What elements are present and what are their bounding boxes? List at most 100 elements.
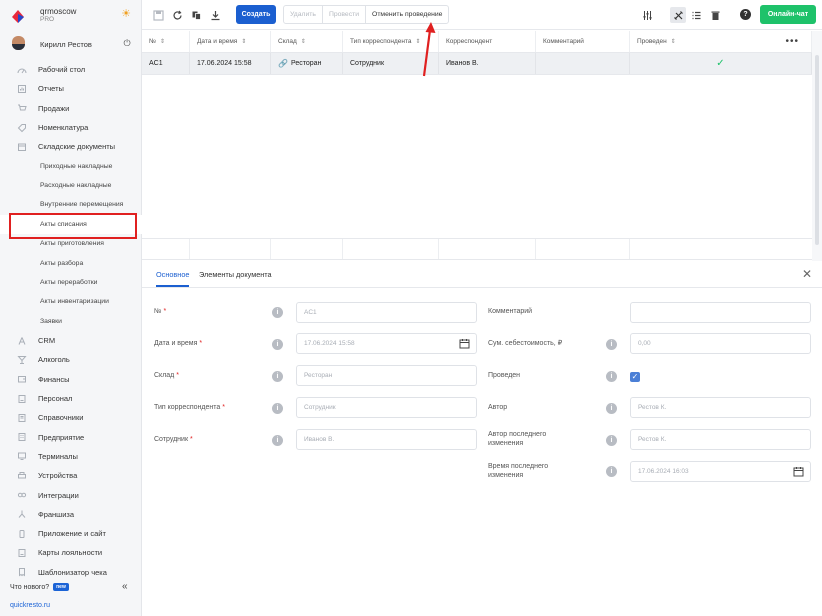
datetime-field[interactable]: 17.06.2024 15:58	[296, 333, 477, 354]
sidebar-item-references[interactable]: Справочники	[0, 408, 142, 427]
sidebar-item-dashboard[interactable]: Рабочий стол	[0, 60, 142, 79]
download-icon[interactable]	[209, 9, 221, 21]
footer-cell	[536, 239, 630, 259]
power-icon[interactable]: ⏻	[122, 38, 132, 48]
calendar-icon[interactable]	[793, 466, 804, 477]
table-scrollbar[interactable]	[812, 31, 822, 261]
corr-type-field[interactable]: Сотрудник	[296, 397, 477, 418]
info-icon[interactable]: i	[606, 435, 617, 446]
cost-sum-field[interactable]: 0,00	[630, 333, 811, 354]
column-header-comment[interactable]: Комментарий	[536, 31, 630, 52]
collapse-sidebar-icon[interactable]: «	[122, 581, 128, 592]
sidebar-item-enterprise[interactable]: Предприятие	[0, 427, 142, 446]
sidebar-subitem-inventory[interactable]: Акты инвентаризации	[0, 292, 142, 311]
post-button[interactable]: Провести	[323, 6, 367, 23]
trash-icon[interactable]	[707, 7, 723, 23]
posted-checkbox[interactable]: ✓	[630, 372, 640, 382]
sidebar-item-finance[interactable]: Финансы	[0, 370, 142, 389]
site-link[interactable]: quickresto.ru	[10, 602, 50, 609]
sidebar-item-alcohol[interactable]: Алкоголь	[0, 350, 142, 369]
info-icon[interactable]: i	[272, 307, 283, 318]
terminal-icon	[16, 451, 27, 462]
column-header-datetime[interactable]: Дата и время ⇕	[190, 31, 271, 52]
info-icon[interactable]: i	[606, 403, 617, 414]
sidebar-item-crm[interactable]: CRM	[0, 331, 142, 350]
sidebar-subitem-outgoing[interactable]: Расходные накладные	[0, 176, 142, 195]
sidebar-subitem-disassembly[interactable]: Акты разбора	[0, 253, 142, 272]
sidebar-subitem-incoming[interactable]: Приходные накладные	[0, 156, 142, 175]
refresh-icon[interactable]	[171, 9, 183, 21]
filter-settings-icon[interactable]	[639, 7, 655, 23]
footer-cell	[343, 239, 439, 259]
column-header-posted[interactable]: Проведен ⇕ •••	[630, 31, 812, 52]
field-label-cost-sum: Сум. себестоимость, ₽	[488, 340, 563, 347]
column-header-correspondent[interactable]: Корреспондент	[439, 31, 536, 52]
info-icon[interactable]: i	[272, 435, 283, 446]
column-header-warehouse[interactable]: Склад ⇕	[271, 31, 343, 52]
sun-icon[interactable]: ☀	[120, 8, 132, 20]
whats-new[interactable]: Что нового? new	[10, 583, 69, 591]
info-icon[interactable]: i	[606, 466, 617, 477]
sidebar-item-label: Алкоголь	[38, 355, 70, 365]
field-label-comment: Комментарий	[488, 308, 533, 315]
help-icon[interactable]: ?	[740, 9, 751, 20]
avatar	[12, 36, 25, 50]
brand-name: qrmoscow	[40, 7, 77, 16]
number-field[interactable]: AC1	[296, 302, 477, 323]
tab-main[interactable]: Основное	[156, 270, 190, 287]
more-options-icon[interactable]: •••	[785, 36, 799, 47]
tools-icon[interactable]	[670, 7, 686, 23]
sidebar-item-label: Продажи	[38, 103, 70, 113]
sidebar-item-label: Рабочий стол	[38, 65, 86, 75]
online-chat-button[interactable]: Онлайн-чат	[760, 5, 816, 24]
copy-icon[interactable]	[190, 9, 202, 21]
column-header-number[interactable]: № ⇕	[142, 31, 190, 52]
list-icon[interactable]	[688, 7, 704, 23]
annotation-arrow-icon	[422, 22, 436, 77]
sidebar-item-loyalty[interactable]: Карты лояльности	[0, 543, 142, 562]
sidebar-subitem-transfers[interactable]: Внутренние перемещения	[0, 195, 142, 214]
sidebar-item-warehouse-docs[interactable]: Складские документы	[0, 137, 142, 156]
create-button[interactable]: Создать	[236, 5, 276, 24]
card-icon	[16, 547, 27, 558]
comment-field[interactable]	[630, 302, 811, 323]
info-icon[interactable]: i	[272, 371, 283, 382]
warehouse-field[interactable]: Ресторан	[296, 365, 477, 386]
info-icon[interactable]: i	[606, 371, 617, 382]
sidebar-item-receipt-template[interactable]: Шаблонизатор чека	[0, 563, 142, 582]
sidebar-item-label: Терминалы	[38, 451, 78, 461]
sidebar-item-reports[interactable]: Отчеты	[0, 79, 142, 98]
info-icon[interactable]: i	[606, 339, 617, 350]
tab-document-items[interactable]: Элементы документа	[199, 270, 272, 279]
last-modified-field[interactable]: 17.06.2024 16:03	[630, 461, 811, 482]
sidebar-item-app-site[interactable]: Приложение и сайт	[0, 524, 142, 543]
info-icon[interactable]: i	[272, 403, 283, 414]
sidebar-item-integrations[interactable]: Интеграции	[0, 485, 142, 504]
sidebar-item-staff[interactable]: Персонал	[0, 389, 142, 408]
user-profile[interactable]: Кирилл Рестов ⏻	[10, 36, 136, 52]
employee-field[interactable]: Иванов В.	[296, 429, 477, 450]
last-editor-field[interactable]: Рестов К.	[630, 429, 811, 450]
delete-button[interactable]: Удалить	[284, 6, 323, 23]
footer-cell	[439, 239, 536, 259]
table-row[interactable]: AC1 17.06.2024 15:58 🔗 Ресторан Сотрудник…	[142, 53, 812, 75]
calendar-icon[interactable]	[459, 338, 470, 349]
info-icon[interactable]: i	[272, 339, 283, 350]
sort-icon: ⇕	[241, 39, 247, 45]
save-icon[interactable]	[152, 9, 164, 21]
receipt-icon	[16, 567, 27, 578]
sidebar-subitem-writeoffs[interactable]: Акты списания	[0, 213, 142, 240]
sidebar-item-terminals[interactable]: Терминалы	[0, 447, 142, 466]
sidebar-item-sales[interactable]: Продажи	[0, 99, 142, 118]
field-label-warehouse: Склад *	[154, 372, 179, 379]
sidebar-subitem-requests[interactable]: Заявки	[0, 312, 142, 331]
sidebar-item-devices[interactable]: Устройства	[0, 466, 142, 485]
close-icon[interactable]: ✕	[802, 267, 812, 281]
sidebar-subitem-processing[interactable]: Акты переработки	[0, 273, 142, 292]
sidebar-item-franchise[interactable]: Франшиза	[0, 505, 142, 524]
sidebar-subitem-cooking[interactable]: Акты приготовления	[0, 234, 142, 253]
author-field[interactable]: Рестов К.	[630, 397, 811, 418]
sidebar-item-label: Справочники	[38, 413, 84, 423]
brand[interactable]: qrmoscow PRO ☀	[10, 6, 136, 24]
sidebar-item-nomenclature[interactable]: Номенклатура	[0, 118, 142, 137]
